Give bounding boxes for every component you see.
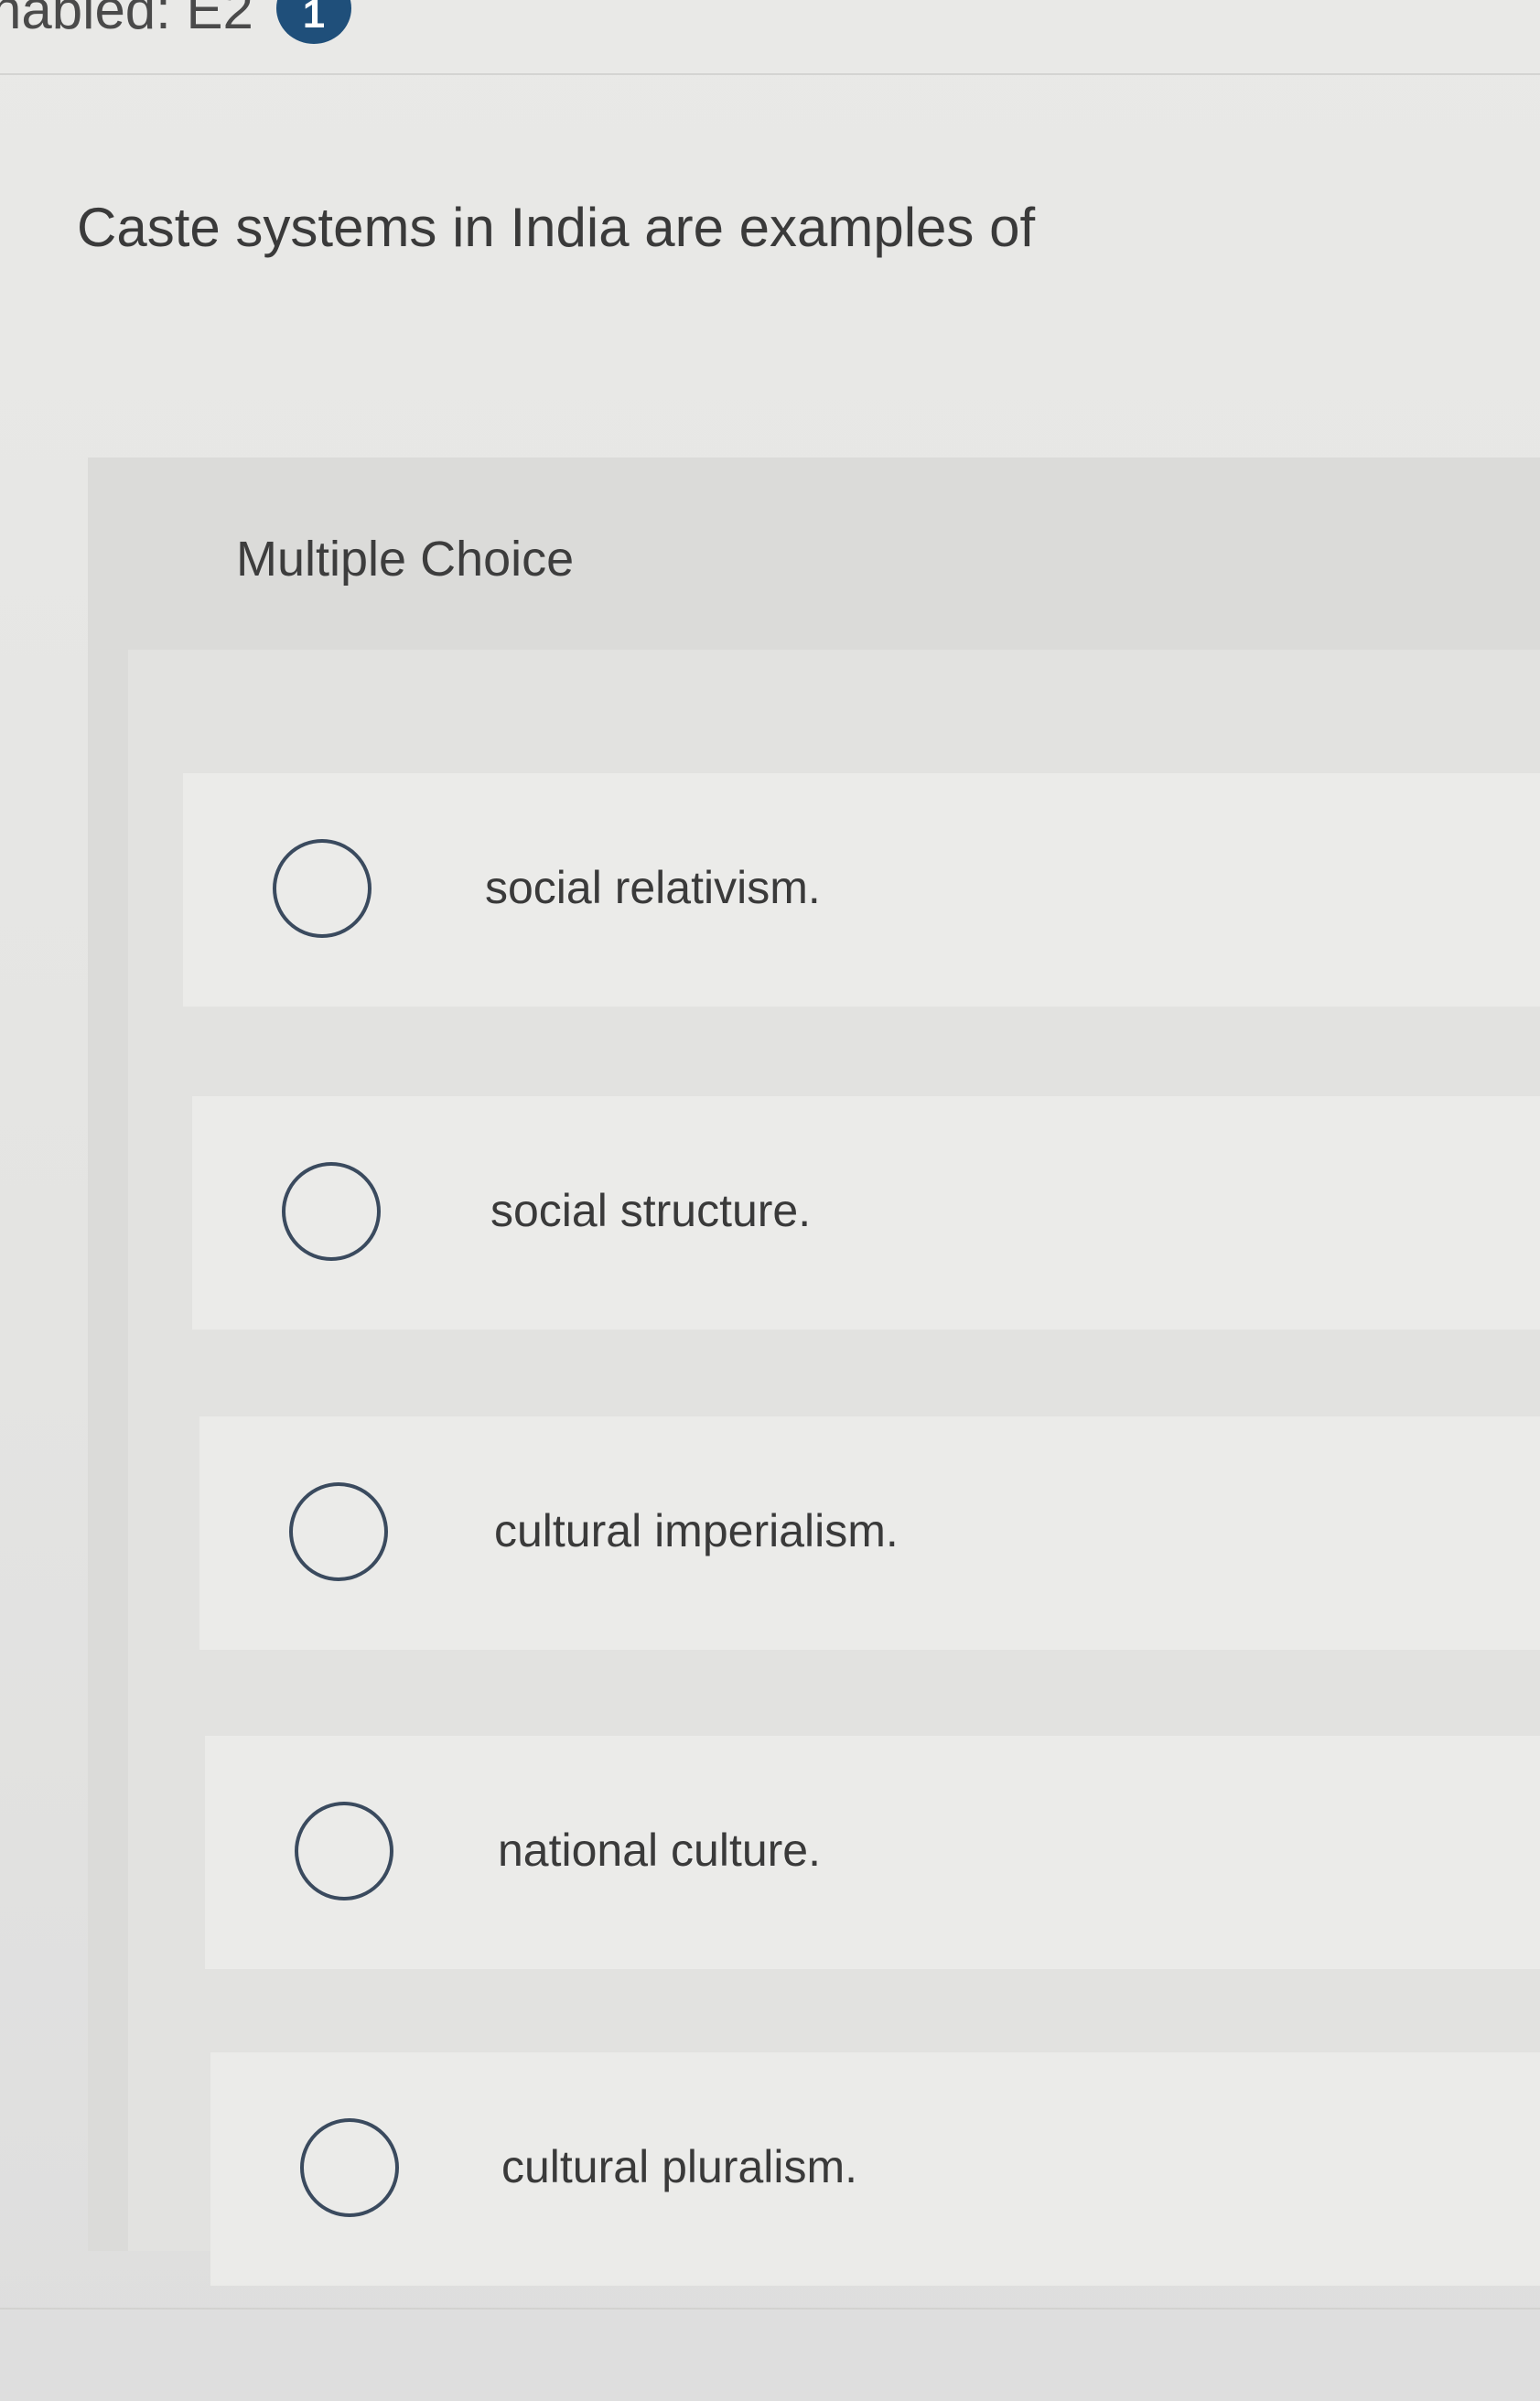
radio-button-icon[interactable]: [273, 839, 372, 938]
answer-option[interactable]: cultural pluralism.: [210, 2052, 1540, 2286]
top-bar: nabled: E2 1: [0, 0, 1540, 75]
multiple-choice-heading: Multiple Choice: [236, 532, 575, 587]
radio-button-icon[interactable]: [289, 1482, 388, 1581]
answer-option-label: social relativism.: [485, 862, 821, 913]
answer-option[interactable]: social relativism.: [183, 773, 1540, 1007]
page: nabled: E2 1 Caste systems in India are …: [0, 0, 1540, 2401]
answer-option[interactable]: social structure.: [192, 1096, 1540, 1330]
answer-option[interactable]: cultural imperialism.: [199, 1416, 1540, 1650]
answer-option-label: national culture.: [498, 1825, 822, 1876]
answer-option-label: cultural imperialism.: [494, 1505, 899, 1556]
header-label: nabled: E2: [0, 0, 253, 40]
radio-button-icon[interactable]: [300, 2118, 399, 2217]
answer-option-label: social structure.: [490, 1185, 812, 1236]
question-prompt: Caste systems in India are examples of: [77, 197, 1036, 258]
radio-button-icon[interactable]: [282, 1162, 381, 1261]
info-badge[interactable]: 1: [276, 0, 351, 44]
radio-button-icon[interactable]: [295, 1802, 393, 1900]
answer-option-label: cultural pluralism.: [501, 2141, 858, 2192]
bottom-divider: [0, 2308, 1540, 2309]
answer-option[interactable]: national culture.: [205, 1736, 1540, 1969]
